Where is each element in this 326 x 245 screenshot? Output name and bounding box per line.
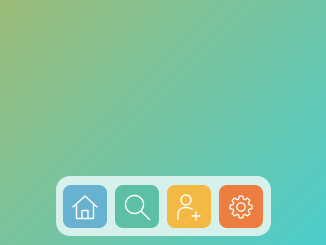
add-user-button[interactable] — [167, 185, 211, 228]
gear-icon — [225, 191, 257, 223]
search-button[interactable] — [115, 185, 159, 228]
settings-button[interactable] — [219, 185, 263, 228]
app-dock — [56, 176, 271, 236]
home-icon — [69, 191, 101, 223]
add-user-icon — [173, 191, 205, 223]
search-icon — [121, 191, 153, 223]
home-button[interactable] — [63, 185, 107, 228]
